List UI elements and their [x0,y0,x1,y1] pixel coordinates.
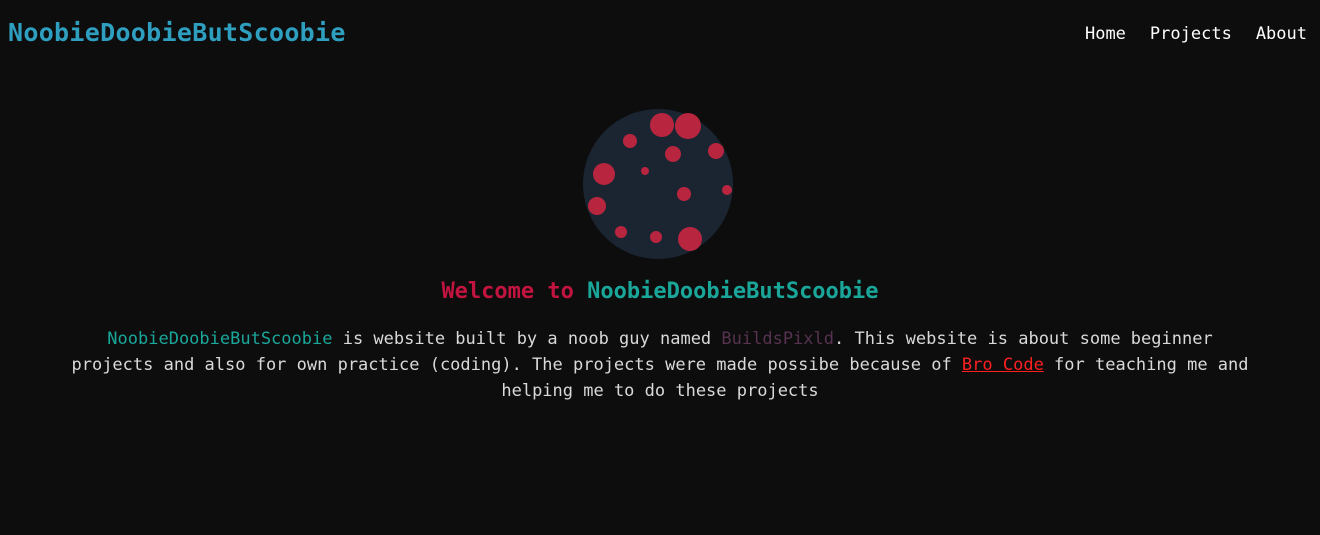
intro-text: is website built by a noob guy named [332,329,722,349]
planet-spot [588,197,606,215]
planet-spot [708,143,724,159]
spotted-planet-icon [583,109,733,259]
intro-site-name: NoobieDoobieButScoobie [107,329,333,349]
welcome-site-name: NoobieDoobieButScoobie [587,279,879,304]
bro-code-link[interactable]: Bro Code [962,355,1044,375]
welcome-heading: Welcome to NoobieDoobieButScoobie [0,279,1320,304]
author-name: BuildsPixld [721,329,834,349]
nav-about-link[interactable]: About [1256,24,1307,44]
site-header: NoobieDoobieButScoobie Home Projects Abo… [0,0,1320,70]
planet-spot [675,113,701,139]
nav-home-link[interactable]: Home [1085,24,1126,44]
welcome-prefix: Welcome to [441,279,588,304]
nav-projects-link[interactable]: Projects [1150,24,1232,44]
main-nav: Home Projects About [1085,24,1307,44]
planet-spot [722,185,732,195]
planet-spot [677,187,691,201]
planet-spot [623,134,637,148]
planet-spot [650,113,674,137]
planet-spot [665,146,681,162]
planet-spot [678,227,702,251]
planet-spot [650,231,662,243]
intro-paragraph: NoobieDoobieButScoobie is website built … [70,326,1250,404]
planet-spot [615,226,627,238]
site-brand-link[interactable]: NoobieDoobieButScoobie [8,18,346,47]
planet-spot [641,167,649,175]
planet-spot [593,163,615,185]
